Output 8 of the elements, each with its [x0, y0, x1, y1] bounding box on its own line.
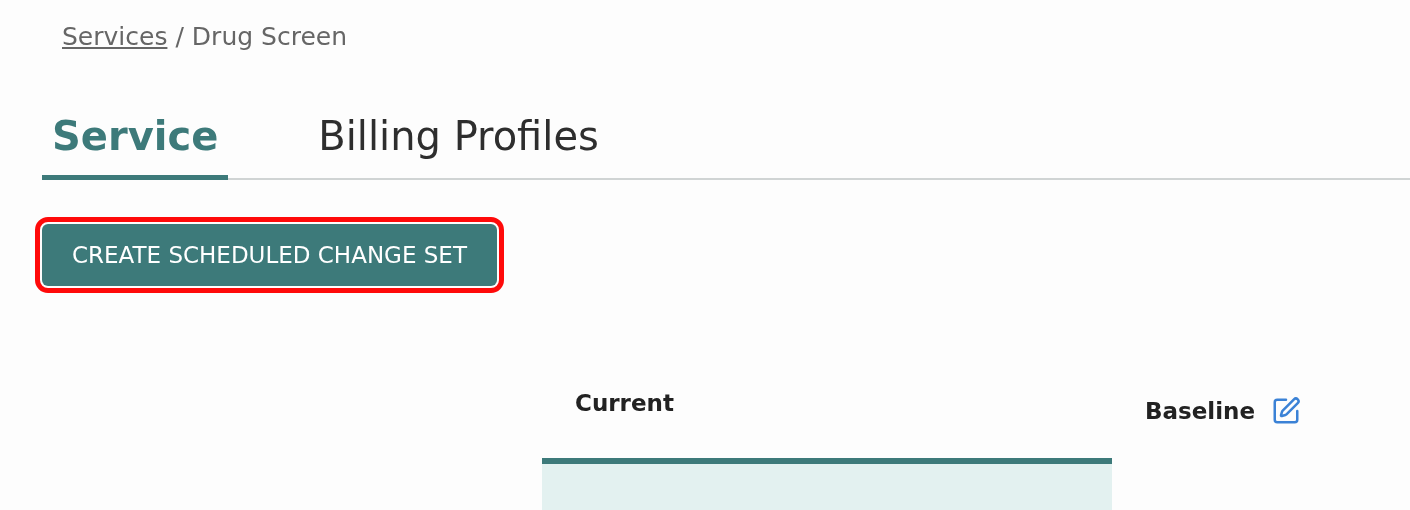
column-header: Current — [575, 390, 674, 416]
breadcrumb-separator: / — [175, 22, 184, 51]
edit-icon[interactable] — [1271, 396, 1302, 426]
tab[interactable]: Service — [42, 113, 229, 180]
breadcrumb-current: Drug Screen — [191, 22, 347, 51]
tab[interactable]: Billing Profiles — [308, 113, 609, 180]
breadcrumb-link[interactable]: Services — [62, 22, 168, 51]
column-header: Baseline — [1145, 398, 1256, 424]
